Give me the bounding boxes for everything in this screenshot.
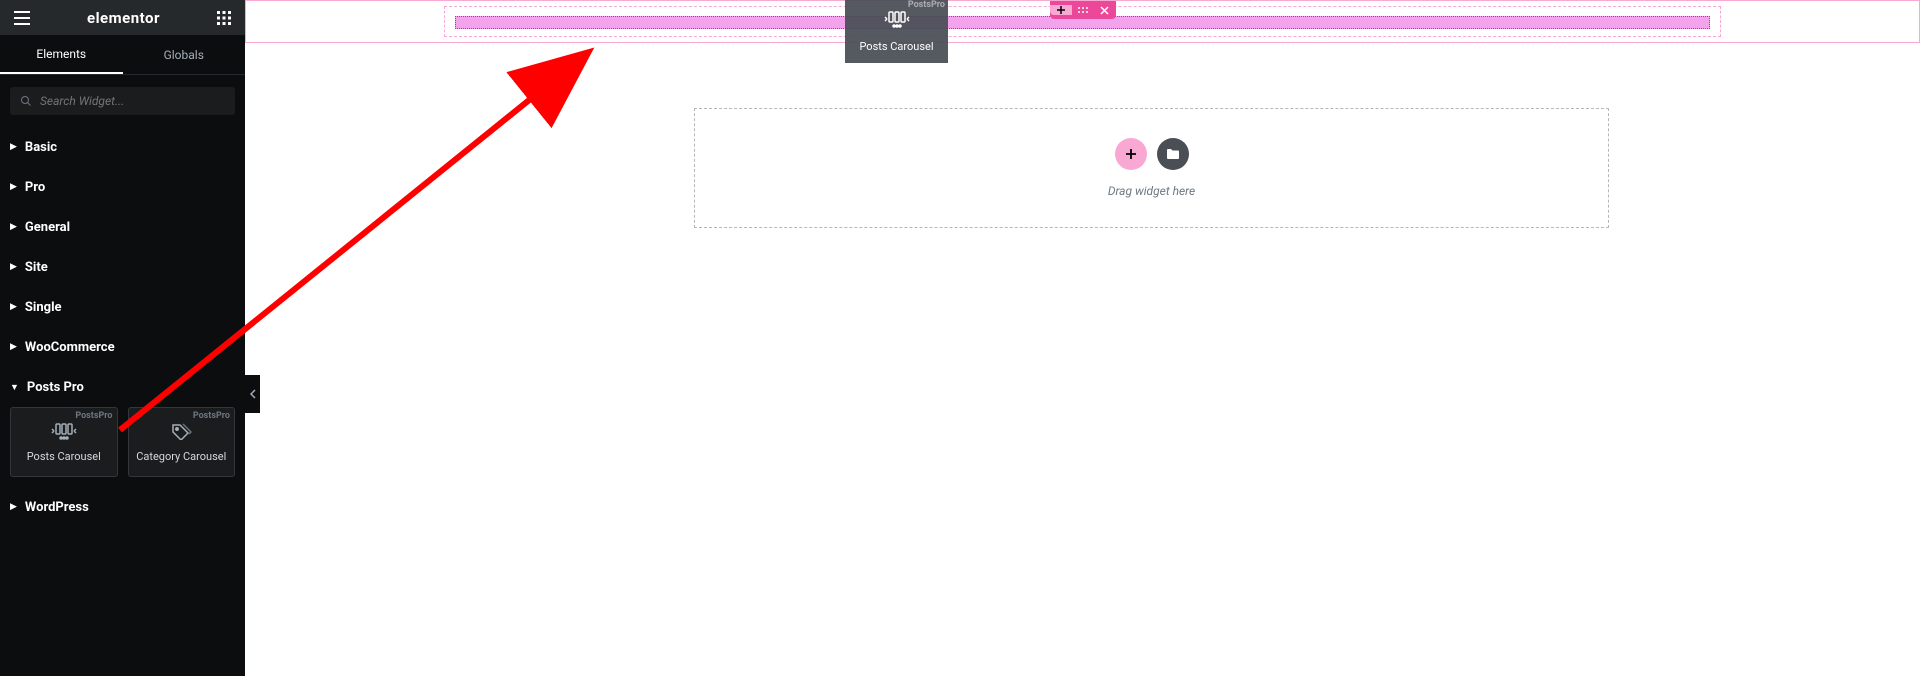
folder-icon — [1166, 148, 1180, 160]
search-input[interactable] — [40, 94, 225, 108]
caret-right-icon: ▶ — [10, 502, 17, 512]
category-general[interactable]: ▶General — [10, 207, 235, 247]
widget-badge: PostsPro — [193, 411, 230, 421]
plus-icon — [1124, 147, 1138, 161]
section-controls — [1050, 1, 1116, 19]
delete-section-button[interactable] — [1094, 6, 1116, 15]
add-section-button[interactable] — [1115, 138, 1147, 170]
plus-icon — [1056, 5, 1066, 15]
category-basic[interactable]: ▶Basic — [10, 127, 235, 167]
dropzone-text: Drag widget here — [1108, 184, 1195, 198]
section-top[interactable] — [245, 0, 1920, 43]
panel-header: elementor — [0, 0, 245, 35]
search-input-wrap — [10, 87, 235, 115]
widget-category-carousel[interactable]: PostsPro Category Carousel — [128, 407, 236, 477]
widget-badge: PostsPro — [75, 411, 112, 421]
brand-logo: elementor — [87, 9, 160, 27]
caret-right-icon: ▶ — [10, 222, 17, 232]
caret-down-icon: ▼ — [10, 382, 19, 393]
tab-elements[interactable]: Elements — [0, 35, 123, 74]
caret-right-icon: ▶ — [10, 262, 17, 272]
panel-collapse-handle[interactable] — [245, 375, 260, 413]
category-wordpress[interactable]: ▶WordPress — [10, 487, 235, 527]
category-woocommerce[interactable]: ▶WooCommerce — [10, 327, 235, 367]
drag-section-handle[interactable] — [1072, 6, 1094, 14]
widget-posts-carousel[interactable]: PostsPro Posts Carousel — [10, 407, 118, 477]
template-library-button[interactable] — [1157, 138, 1189, 170]
category-pro[interactable]: ▶Pro — [10, 167, 235, 207]
add-section-button[interactable] — [1050, 5, 1072, 15]
widget-label: Posts Carousel — [27, 450, 101, 463]
category-posts-pro[interactable]: ▼Posts Pro — [10, 367, 235, 407]
hamburger-icon[interactable] — [14, 11, 30, 25]
chevron-left-icon — [250, 389, 256, 399]
caret-right-icon: ▶ — [10, 182, 17, 192]
caret-right-icon: ▶ — [10, 302, 17, 312]
caret-right-icon: ▶ — [10, 142, 17, 152]
search-icon — [20, 95, 32, 107]
editor-canvas[interactable]: PostsPro Posts Carousel Drag widget here — [245, 0, 1920, 676]
empty-section-dropzone[interactable]: Drag widget here — [694, 108, 1609, 228]
caret-right-icon: ▶ — [10, 342, 17, 352]
categories-list: ▶Basic ▶Pro ▶General ▶Site ▶Single ▶WooC… — [0, 127, 245, 676]
widget-label: Posts Carousel — [859, 40, 933, 53]
widget-label: Category Carousel — [136, 450, 226, 463]
grip-icon — [1077, 6, 1089, 14]
panel-tabs: Elements Globals — [0, 35, 245, 75]
widgets-panel: elementor Elements Globals ▶Basic ▶Pro ▶… — [0, 0, 245, 676]
carousel-icon — [884, 10, 910, 32]
carousel-icon — [51, 422, 77, 444]
category-single[interactable]: ▶Single — [10, 287, 235, 327]
apps-grid-icon[interactable] — [217, 11, 231, 25]
widget-badge: PostsPro — [908, 0, 945, 10]
tab-globals[interactable]: Globals — [123, 35, 246, 74]
drag-ghost-widget: PostsPro Posts Carousel — [845, 0, 948, 63]
tag-icon — [170, 422, 192, 444]
category-site[interactable]: ▶Site — [10, 247, 235, 287]
close-icon — [1100, 6, 1109, 15]
